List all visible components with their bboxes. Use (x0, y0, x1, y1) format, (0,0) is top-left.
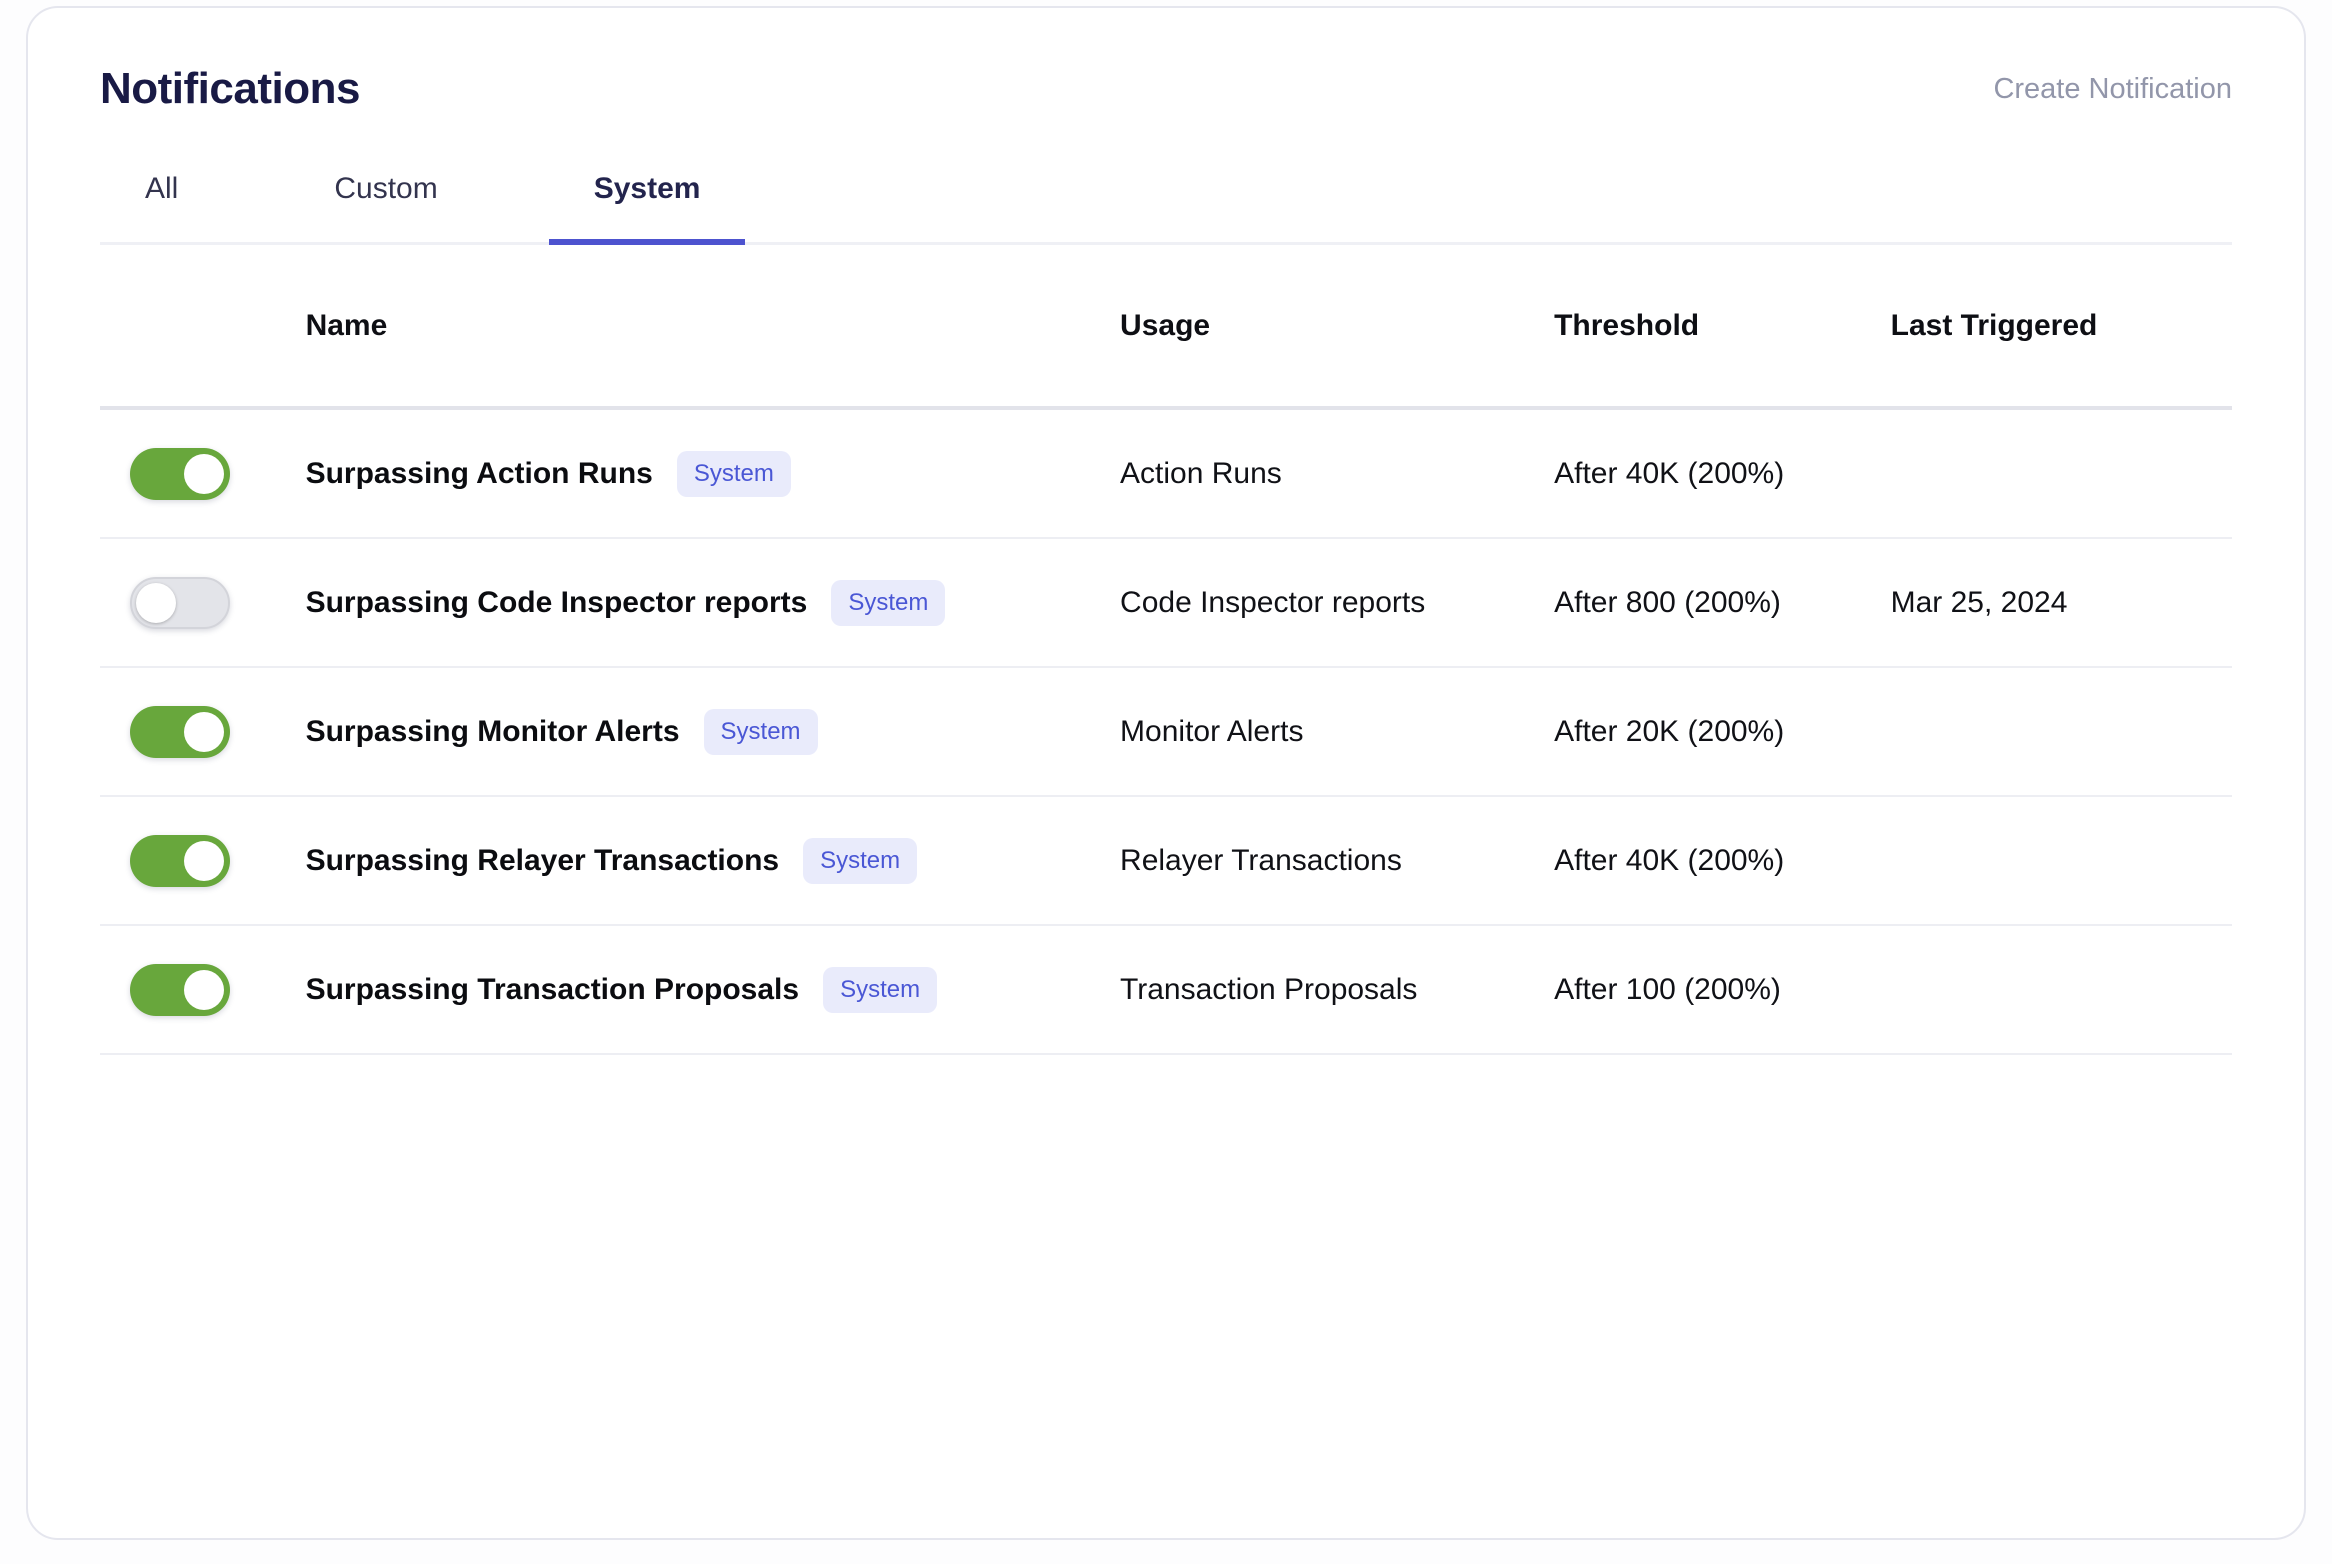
card-header: Notifications Create Notification (100, 64, 2232, 114)
notification-toggle[interactable] (130, 447, 230, 500)
toggle-knob (184, 840, 224, 881)
usage-cell: Relayer Transactions (1120, 843, 1402, 877)
usage-cell: Monitor Alerts (1120, 714, 1304, 748)
threshold-cell: After 100 (200%) (1554, 972, 1781, 1006)
system-badge: System (803, 837, 918, 884)
notification-name: Surpassing Monitor Alerts (305, 714, 680, 748)
last-triggered-cell: Mar 25, 2024 (1890, 585, 2068, 619)
column-header-threshold: Threshold (1554, 308, 1700, 342)
notification-toggle[interactable] (130, 705, 230, 758)
notification-name: Surpassing Transaction Proposals (305, 972, 800, 1006)
tab-system[interactable]: System (548, 172, 746, 245)
notification-name: Surpassing Relayer Transactions (305, 843, 780, 877)
toggle-knob (184, 711, 224, 752)
notification-toggle[interactable] (130, 576, 230, 629)
system-badge: System (703, 708, 818, 755)
page-title: Notifications (100, 64, 360, 113)
tab-bar: All Custom System (100, 172, 2232, 245)
system-badge: System (676, 450, 791, 497)
create-notification-button[interactable]: Create Notification (1993, 73, 2232, 106)
table-row: Surpassing Code Inspector reports System… (100, 539, 2232, 668)
system-badge: System (823, 966, 938, 1013)
table-row: Surpassing Action Runs System Action Run… (100, 410, 2232, 539)
column-header-last-triggered: Last Triggered (1890, 308, 2098, 342)
notification-name: Surpassing Action Runs (305, 456, 653, 490)
usage-cell: Action Runs (1120, 456, 1282, 490)
table-row: Surpassing Transaction Proposals System … (100, 926, 2232, 1055)
threshold-cell: After 20K (200%) (1554, 714, 1785, 748)
threshold-cell: After 40K (200%) (1554, 456, 1785, 490)
notification-toggle[interactable] (130, 834, 230, 887)
table-row: Surpassing Relayer Transactions System R… (100, 797, 2232, 926)
tab-all[interactable]: All (100, 172, 223, 242)
table-header-row: Name Usage Threshold Last Triggered (100, 245, 2232, 410)
system-badge: System (831, 579, 946, 626)
toggle-knob (136, 582, 176, 623)
usage-cell: Transaction Proposals (1120, 972, 1418, 1006)
tab-custom[interactable]: Custom (289, 172, 482, 242)
table-row: Surpassing Monitor Alerts System Monitor… (100, 668, 2232, 797)
notification-name: Surpassing Code Inspector reports (305, 585, 808, 619)
column-header-usage: Usage (1120, 308, 1211, 342)
threshold-cell: After 40K (200%) (1554, 843, 1785, 877)
toggle-knob (184, 453, 224, 494)
notifications-card: Notifications Create Notification All Cu… (26, 6, 2306, 1540)
usage-cell: Code Inspector reports (1120, 585, 1426, 619)
threshold-cell: After 800 (200%) (1554, 585, 1781, 619)
notification-toggle[interactable] (130, 963, 230, 1016)
notifications-table: Name Usage Threshold Last Triggered Surp… (100, 245, 2232, 1055)
toggle-knob (184, 969, 224, 1010)
column-header-name: Name (305, 308, 388, 342)
